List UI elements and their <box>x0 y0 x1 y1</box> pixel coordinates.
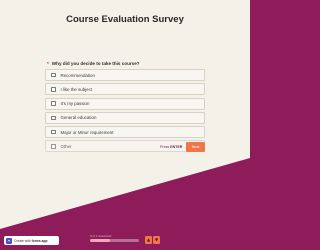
progress-fill <box>90 239 110 242</box>
press-enter-hint: Press ENTER <box>160 145 182 149</box>
option-label: I like the subject <box>60 86 92 92</box>
next-question-button[interactable]: ▼ <box>153 236 160 244</box>
badge-prefix: Create with <box>14 238 31 243</box>
forms-app-logo-icon <box>6 237 12 244</box>
checkbox-icon[interactable] <box>51 129 56 135</box>
option-its-my-passion[interactable]: It's my passion <box>45 97 205 110</box>
badge-text: Create with forms.app <box>14 239 48 243</box>
option-major-or-minor-requirement[interactable]: Major or Minor requirement <box>45 126 205 139</box>
badge-brand: forms.app <box>31 238 48 243</box>
checkbox-icon[interactable] <box>51 115 56 121</box>
option-recommendation[interactable]: Recommendation <box>45 69 205 81</box>
option-general-education[interactable]: General education <box>45 111 205 124</box>
forms-app-badge[interactable]: Create with forms.app <box>4 236 59 245</box>
option-label: Major or Minor requirement <box>60 129 114 135</box>
next-button[interactable]: Next <box>186 142 205 152</box>
options-list: Recommendation I like the subject It's m… <box>45 69 205 155</box>
previous-question-button[interactable]: ▲ <box>145 236 152 244</box>
option-label: Other <box>60 143 72 149</box>
survey-title: Course Evaluation Survey <box>66 14 184 25</box>
chevron-up-icon: ▲ <box>146 237 151 242</box>
progress-label: 0 of 1 answered <box>90 234 112 238</box>
checkbox-icon[interactable] <box>51 101 56 106</box>
option-label: Recommendation <box>60 72 95 78</box>
press-key: ENTER <box>170 145 183 149</box>
option-label: It's my passion <box>60 101 90 107</box>
option-i-like-the-subject[interactable]: I like the subject <box>45 83 205 96</box>
chevron-down-icon: ▼ <box>154 237 159 242</box>
question-label: * Why did you decide to take this course? <box>47 61 140 66</box>
required-mark: * <box>47 61 49 66</box>
question-text: Why did you decide to take this course? <box>51 61 140 66</box>
press-prefix: Press <box>160 145 170 149</box>
progress-bar <box>90 239 139 242</box>
checkbox-icon[interactable] <box>51 144 56 149</box>
checkbox-icon[interactable] <box>51 87 56 92</box>
checkbox-icon[interactable] <box>51 72 56 78</box>
option-label: General education <box>60 115 97 121</box>
